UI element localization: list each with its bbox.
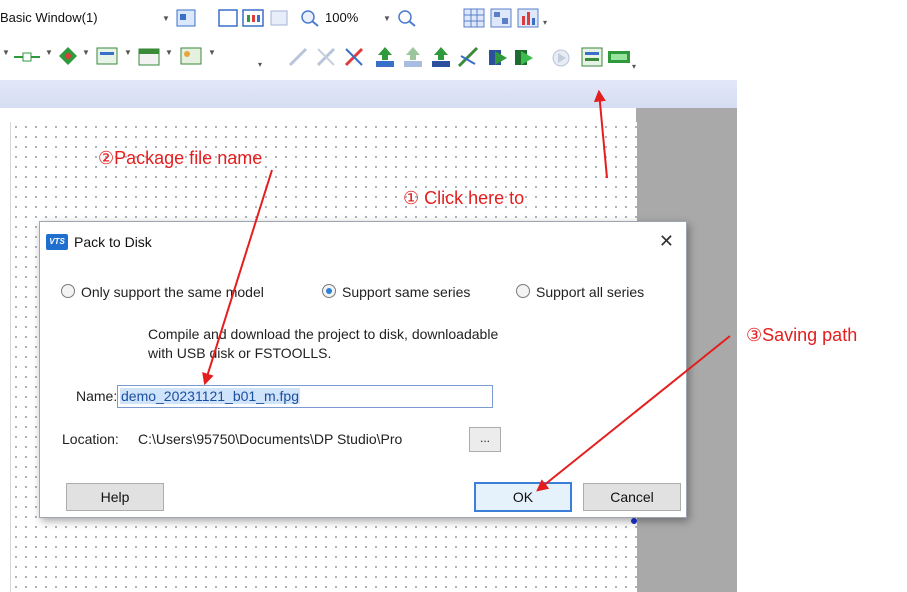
arrow-to-ok-button [536, 335, 731, 492]
annotation-arrows [202, 89, 731, 492]
arrow-to-name-field [202, 169, 273, 386]
arrow-to-toolbar-icon [593, 89, 608, 179]
